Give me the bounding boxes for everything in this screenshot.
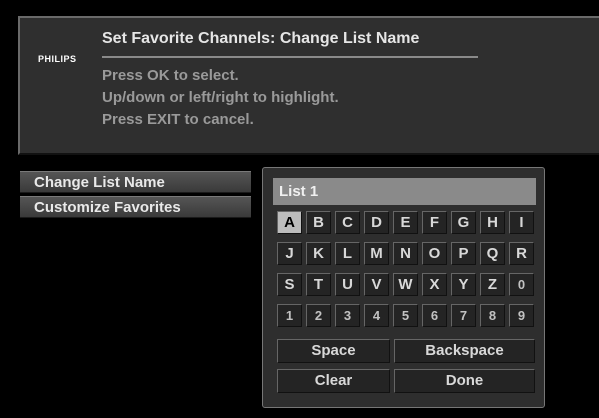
key-1[interactable]: 1 [277, 304, 302, 327]
key-6[interactable]: 6 [422, 304, 447, 327]
header-panel: PHILIPS Set Favorite Channels: Change Li… [18, 16, 599, 155]
done-key[interactable]: Done [394, 369, 535, 393]
key-n[interactable]: N [393, 242, 418, 265]
backspace-key[interactable]: Backspace [394, 339, 535, 363]
key-p[interactable]: P [451, 242, 476, 265]
menu-item-change-list-name[interactable]: Change List Name [20, 171, 251, 193]
keyboard-grid: ABCDEFGHI JKLMNOPQR STUVWXYZ0 123456789 [277, 211, 535, 327]
instruction-line-2: Up/down or left/right to highlight. [102, 89, 339, 106]
key-o[interactable]: O [422, 242, 447, 265]
key-v[interactable]: V [364, 273, 389, 296]
key-g[interactable]: G [451, 211, 476, 234]
key-x[interactable]: X [422, 273, 447, 296]
key-7[interactable]: 7 [451, 304, 476, 327]
key-8[interactable]: 8 [480, 304, 505, 327]
tv-menu-screen: PHILIPS Set Favorite Channels: Change Li… [0, 0, 599, 418]
instruction-line-3: Press EXIT to cancel. [102, 111, 254, 128]
key-9[interactable]: 9 [509, 304, 534, 327]
menu-item-customize-favorites[interactable]: Customize Favorites [20, 196, 251, 218]
key-z[interactable]: Z [480, 273, 505, 296]
key-0[interactable]: 0 [509, 273, 534, 296]
space-key[interactable]: Space [277, 339, 390, 363]
key-r[interactable]: R [509, 242, 534, 265]
key-c[interactable]: C [335, 211, 360, 234]
key-4[interactable]: 4 [364, 304, 389, 327]
key-i[interactable]: I [509, 211, 534, 234]
side-menu: Change List Name Customize Favorites [20, 171, 251, 221]
key-a[interactable]: A [277, 211, 302, 234]
key-2[interactable]: 2 [306, 304, 331, 327]
on-screen-keyboard-panel: List 1 ABCDEFGHI JKLMNOPQR STUVWXYZ0 123456… [262, 167, 545, 408]
key-5[interactable]: 5 [393, 304, 418, 327]
key-y[interactable]: Y [451, 273, 476, 296]
instruction-line-1: Press OK to select. [102, 67, 239, 84]
key-w[interactable]: W [393, 273, 418, 296]
key-q[interactable]: Q [480, 242, 505, 265]
title-divider [102, 56, 478, 58]
key-3[interactable]: 3 [335, 304, 360, 327]
clear-key[interactable]: Clear [277, 369, 390, 393]
page-title: Set Favorite Channels: Change List Name [102, 30, 420, 47]
key-u[interactable]: U [335, 273, 360, 296]
key-j[interactable]: J [277, 242, 302, 265]
key-l[interactable]: L [335, 242, 360, 265]
key-m[interactable]: M [364, 242, 389, 265]
key-k[interactable]: K [306, 242, 331, 265]
key-h[interactable]: H [480, 211, 505, 234]
list-name-field[interactable]: List 1 [273, 178, 536, 205]
key-d[interactable]: D [364, 211, 389, 234]
key-b[interactable]: B [306, 211, 331, 234]
key-t[interactable]: T [306, 273, 331, 296]
brand-logo: PHILIPS [38, 54, 77, 64]
key-e[interactable]: E [393, 211, 418, 234]
key-f[interactable]: F [422, 211, 447, 234]
key-s[interactable]: S [277, 273, 302, 296]
